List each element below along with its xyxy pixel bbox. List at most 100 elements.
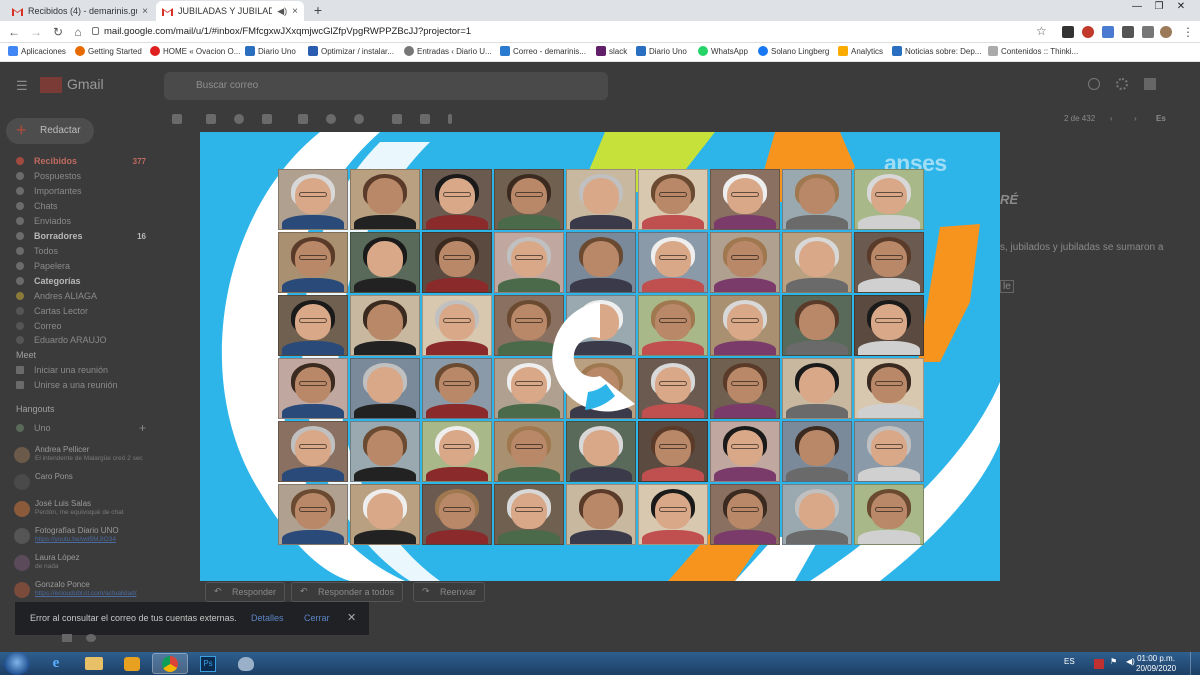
menu-icon[interactable]: ☰ <box>16 78 28 94</box>
close-icon[interactable]: × <box>142 6 148 17</box>
clock-icon[interactable] <box>326 114 336 124</box>
participant-face <box>366 304 404 340</box>
help-icon[interactable] <box>1088 78 1100 90</box>
bookmark[interactable]: slack <box>596 46 627 56</box>
sidebar-item-label[interactable]: Cartas Lector <box>16 306 146 316</box>
bookmark[interactable]: Entradas ‹ Diario U... <box>404 46 492 56</box>
url-field[interactable]: mail.google.com/mail/u/1/#inbox/FMfcgxwJ… <box>104 26 471 37</box>
search-input[interactable]: Buscar correo <box>164 72 608 100</box>
participant-body <box>786 529 848 544</box>
bookmark[interactable]: Optimizar / instalar... <box>308 46 394 56</box>
back-icon[interactable]: ← <box>6 24 22 40</box>
toast-details-button[interactable]: Detalles <box>251 613 284 623</box>
add-task-icon[interactable] <box>354 114 364 124</box>
start-button[interactable] <box>4 652 30 675</box>
hangouts-user[interactable]: Uno + <box>16 421 146 435</box>
reply-button[interactable]: ↶ Responder <box>205 582 286 602</box>
speaker-icon[interactable]: ◀) <box>277 6 287 17</box>
maximize-button[interactable]: ❐ <box>1150 0 1168 14</box>
sidebar-item-sent[interactable]: Enviados <box>16 216 146 226</box>
media-player-icon[interactable] <box>114 653 150 674</box>
sidebar-item-label[interactable]: Eduardo ARAUJO <box>16 335 146 344</box>
forward-icon[interactable]: → <box>28 24 44 40</box>
participant-body <box>858 529 920 544</box>
bookmark[interactable]: WhatsApp <box>698 46 748 56</box>
next-icon[interactable]: › <box>1134 114 1137 123</box>
sidebar-item-label[interactable]: Andres ALIAGA <box>16 291 146 301</box>
close-icon[interactable]: ✕ <box>347 611 356 624</box>
minimize-button[interactable]: — <box>1128 0 1146 14</box>
chat-icon[interactable] <box>86 634 96 642</box>
back-icon[interactable] <box>172 114 182 124</box>
meet-join-meeting[interactable]: Unirse a una reunión <box>16 380 146 390</box>
extension-icon[interactable] <box>1062 26 1074 38</box>
close-icon[interactable]: × <box>292 6 298 17</box>
archive-icon[interactable] <box>206 114 216 124</box>
internet-explorer-icon[interactable]: e <box>38 653 74 674</box>
glasses-icon <box>659 192 687 198</box>
sidebar-item-inbox[interactable]: Recibidos 377 <box>16 156 146 166</box>
meet-new-meeting[interactable]: Iniciar una reunión <box>16 365 146 375</box>
label-icon[interactable] <box>420 114 430 124</box>
reply-all-button[interactable]: ↶ Responder a todos <box>291 582 404 602</box>
sidebar-item-important[interactable]: Importantes <box>16 186 146 196</box>
language-indicator[interactable]: ES <box>1064 657 1075 666</box>
sidebar-item-trash[interactable]: Papelera <box>16 261 146 271</box>
tab-gmail-inbox[interactable]: Recibidos (4) - demarinis.gustavo × <box>6 1 154 21</box>
sidebar-item-all[interactable]: Todos <box>16 246 146 256</box>
puzzle-icon[interactable] <box>1122 26 1134 38</box>
sidebar-item-drafts[interactable]: Borradores 16 <box>16 231 146 241</box>
paint-icon[interactable] <box>228 653 264 674</box>
show-desktop-button[interactable] <box>1190 652 1200 675</box>
gmail-logo[interactable]: Gmail <box>40 76 104 94</box>
close-window-button[interactable]: ✕ <box>1172 0 1190 14</box>
sidebar-item-chats[interactable]: Chats <box>16 201 146 211</box>
sidebar-item-label[interactable]: Correo <box>16 321 146 331</box>
compose-button[interactable]: + Redactar <box>6 118 94 144</box>
bookmark[interactable]: Noticias sobre: Dep... <box>892 46 981 56</box>
menu-icon[interactable]: ⋮ <box>1180 24 1196 40</box>
bookmark[interactable]: Contenidos :: Thinki... <box>988 46 1078 56</box>
extension-icon[interactable] <box>1102 26 1114 38</box>
bookmark[interactable]: HOME « Ovacion O... <box>150 46 240 56</box>
person-icon[interactable] <box>62 634 72 642</box>
sidebar-item-snoozed[interactable]: Pospuestos <box>16 171 146 181</box>
extension-icon[interactable] <box>1082 26 1094 38</box>
attachment-chip[interactable]: le <box>1000 280 1014 293</box>
bookmark-apps[interactable]: Aplicaciones <box>8 46 66 56</box>
photoshop-icon[interactable]: Ps <box>190 653 226 674</box>
reload-icon[interactable]: ↻ <box>50 24 66 40</box>
gear-icon[interactable] <box>1116 78 1128 90</box>
bookmark[interactable]: Diario Uno <box>245 46 296 56</box>
report-icon[interactable] <box>234 114 244 124</box>
more-icon[interactable] <box>448 114 452 124</box>
bookmark[interactable]: Correo - demarinis... <box>500 46 586 56</box>
trash-icon[interactable] <box>262 114 272 124</box>
toast-close-button[interactable]: Cerrar <box>304 613 330 623</box>
image-viewer[interactable]: anses <box>200 132 1000 581</box>
bookmark[interactable]: Diario Uno <box>636 46 687 56</box>
bookmark[interactable]: Solano Lingberg <box>758 46 829 56</box>
sidebar-item-categories[interactable]: Categorías <box>16 276 146 286</box>
new-tab-button[interactable]: + <box>310 2 326 18</box>
bookmark-star-icon[interactable]: ☆ <box>1036 24 1047 38</box>
add-icon[interactable]: + <box>139 421 146 435</box>
bookmark[interactable]: Analytics <box>838 46 883 56</box>
forward-button[interactable]: ↷ Reenviar <box>413 582 486 602</box>
chrome-icon[interactable] <box>152 653 188 674</box>
move-icon[interactable] <box>392 114 402 124</box>
prev-icon[interactable]: ‹ <box>1110 114 1113 123</box>
folder-icon[interactable] <box>76 653 112 674</box>
language-select[interactable]: Es <box>1156 114 1166 123</box>
home-icon[interactable]: ⌂ <box>70 24 86 40</box>
apps-grid-icon[interactable] <box>1144 78 1156 90</box>
mark-unread-icon[interactable] <box>298 114 308 124</box>
media-icon[interactable] <box>1142 26 1154 38</box>
volume-icon[interactable]: ◀) <box>1126 657 1135 666</box>
avatar[interactable] <box>1160 26 1172 38</box>
network-icon[interactable] <box>1094 659 1104 669</box>
tab-projector[interactable]: JUBILADAS Y JUBILADOS DE ◀) × <box>156 1 304 21</box>
clock[interactable]: 01:00 p.m. 20/09/2020 <box>1136 654 1176 674</box>
bookmark[interactable]: Getting Started <box>75 46 142 56</box>
flag-icon[interactable]: ⚑ <box>1110 657 1117 666</box>
